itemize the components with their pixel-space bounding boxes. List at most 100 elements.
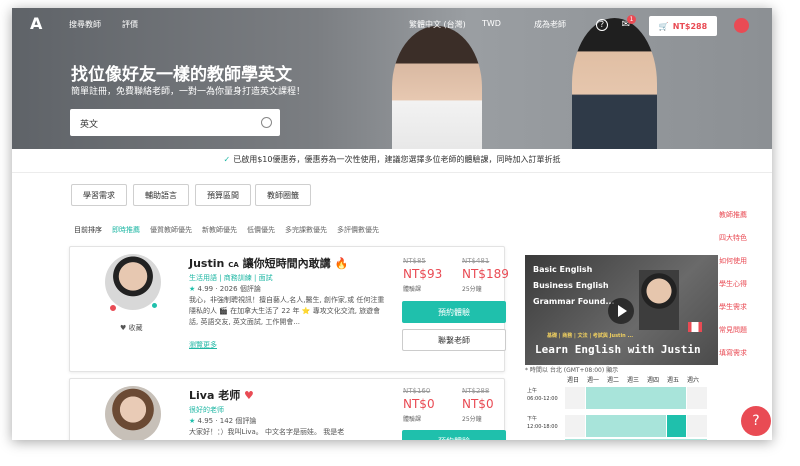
rating-text: 4.99 · 2026 個評論 xyxy=(197,285,261,293)
search-icon[interactable] xyxy=(261,117,272,128)
filter-support-language[interactable]: 輔助語言 xyxy=(133,184,189,206)
teacher-description: 大家好！：）我叫Liva。 中文名字是丽娃。 我是老 xyxy=(189,428,345,436)
teacher-name-text: Liva 老师 xyxy=(189,389,241,402)
play-icon[interactable] xyxy=(608,298,634,324)
cart-button[interactable]: 🛒 NT$288 xyxy=(649,16,717,36)
sort-option-low-price[interactable]: 低價優先 xyxy=(247,225,275,235)
cal-day-mon: 週一 xyxy=(587,377,600,384)
sidebar-link-features[interactable]: 四大特色 xyxy=(719,233,747,243)
fire-icon: 🔥 xyxy=(334,257,349,270)
nav-find-teachers[interactable]: 搜尋教師 xyxy=(69,19,101,30)
cal-row-afternoon-time: 12:00-18:00 xyxy=(527,424,558,430)
filter-teacher-tags[interactable]: 教師圈籤 xyxy=(255,184,311,206)
book-trial-button[interactable]: 預約體驗 xyxy=(402,301,506,323)
teacher-tags: 很好的老师 xyxy=(189,406,224,414)
contact-teacher-button[interactable]: 聯繫老師 xyxy=(402,329,506,351)
video-title: Learn English with Justin xyxy=(535,343,701,356)
sort-option-reviews[interactable]: 多評價數優先 xyxy=(337,225,379,235)
read-more-link[interactable]: 瀏覽更多 xyxy=(189,340,217,350)
canada-flag-icon xyxy=(688,322,702,332)
cal-day-tue: 週二 xyxy=(607,377,620,384)
promo-bar: ✓ 已啟用$10優惠券，優惠券為一次性使用，建議您選擇多位老師的體驗課，同時加入訂… xyxy=(12,149,772,173)
book-trial-button[interactable]: 預約體驗 xyxy=(402,430,506,440)
sidebar-link-recommend[interactable]: 教師推薦 xyxy=(719,210,747,220)
lesson-price: NT$0 xyxy=(462,397,494,411)
teacher-name[interactable]: Justin CA 讓你短時間內敢講 🔥 xyxy=(189,255,348,271)
trial-price: NT$93 xyxy=(403,267,443,281)
video-person xyxy=(639,270,679,330)
sidebar-link-faq[interactable]: 常見問題 xyxy=(719,325,747,335)
cal-cell[interactable] xyxy=(565,439,707,440)
cal-row-morning: 上午 06:00-12:00 xyxy=(527,387,558,403)
teacher-tagline: 讓你短時間內敢講 xyxy=(242,257,331,270)
language-selector[interactable]: 繁體中文 (台灣) xyxy=(409,19,466,30)
video-line-1: Basic English xyxy=(533,265,593,274)
cal-day-sat: 週六 xyxy=(687,377,700,384)
video-note: 基礎 | 商務 | 文法 | 考試與 Justin ... xyxy=(547,333,634,339)
flag-icon xyxy=(109,304,117,312)
trial-label: 體驗課 xyxy=(403,416,422,423)
filter-budget[interactable]: 預算區間 xyxy=(195,184,251,206)
lesson-old-price: NT$481 xyxy=(462,257,490,265)
filter-learning-needs[interactable]: 學習需求 xyxy=(71,184,127,206)
teacher-country: CA xyxy=(228,261,239,269)
trial-old-price: NT$85 xyxy=(403,257,426,265)
hero-person-woman xyxy=(392,26,482,149)
hero-title: 找位像好友一樣的教師學英文 xyxy=(71,65,292,85)
cal-day-sun: 週日 xyxy=(567,377,580,384)
search-input[interactable]: 英文 xyxy=(70,109,280,136)
favorite-button[interactable]: ♥ 收藏 xyxy=(120,323,143,334)
sort-option-lessons[interactable]: 多完課數優先 xyxy=(285,225,327,235)
browser-page: A 搜尋教師 評價 繁體中文 (台灣) TWD 成為老師 ? ✉ 1 🛒 NT$2… xyxy=(12,8,772,440)
lesson-duration: 25分鐘 xyxy=(462,416,482,423)
cal-row-morning-time: 06:00-12:00 xyxy=(527,396,558,402)
nav-reviews[interactable]: 評價 xyxy=(122,19,138,30)
sidebar-link-needs[interactable]: 學生需求 xyxy=(719,302,747,312)
favorite-label: 收藏 xyxy=(128,324,143,332)
sidebar-link-fill-needs[interactable]: 填寫需求 xyxy=(719,348,747,358)
sidebar-link-testimonials[interactable]: 學生心得 xyxy=(719,279,747,289)
sort-option-new[interactable]: 新教師優先 xyxy=(202,225,237,235)
currency-selector[interactable]: TWD xyxy=(482,19,501,28)
teacher-rating: ★ 4.95 · 142 個評論 xyxy=(189,416,256,427)
cal-cell[interactable] xyxy=(687,415,707,437)
help-icon[interactable]: ? xyxy=(596,19,608,31)
cal-cell[interactable] xyxy=(586,387,686,409)
cal-cell[interactable] xyxy=(667,415,686,437)
cal-cell[interactable] xyxy=(565,387,585,409)
sidebar-link-howto[interactable]: 如何使用 xyxy=(719,256,747,266)
teacher-rating: ★ 4.99 · 2026 個評論 xyxy=(189,284,261,295)
sort-label: 目前排序 xyxy=(74,226,102,234)
availability-calendar: 週日 週一 週二 週三 週四 週五 週六 上午 06:00-12:00 下午 12:… xyxy=(525,375,718,440)
star-icon: ★ xyxy=(189,285,198,293)
teacher-avatar[interactable] xyxy=(105,386,161,440)
heart-icon: ♥ xyxy=(244,389,254,402)
teacher-name-text: Justin xyxy=(189,257,225,270)
trial-old-price: NT$160 xyxy=(403,387,431,395)
site-logo[interactable]: A xyxy=(30,14,42,33)
rating-text: 4.95 · 142 個評論 xyxy=(197,417,257,425)
teacher-name[interactable]: Liva 老师 ♥ xyxy=(189,387,254,403)
trial-price: NT$0 xyxy=(403,397,435,411)
lesson-price: NT$189 xyxy=(462,267,509,281)
teacher-description: 我心，非強制聘視訊！擅自藝人,名人,醫生, 創作家,或 任何注重隱私的人 🎬 在… xyxy=(189,296,385,326)
video-line-3: Grammar Found... xyxy=(533,297,615,306)
timezone-note: * 時間以 台北 (GMT+08:00) 顯示 xyxy=(525,367,619,374)
cart-icon: 🛒 xyxy=(658,21,669,31)
sort-option-recommended[interactable]: 即時推薦 xyxy=(112,225,140,235)
cart-price: NT$288 xyxy=(672,21,708,31)
cal-day-wed: 週三 xyxy=(627,377,640,384)
heart-icon: ♥ xyxy=(120,324,129,332)
cal-cell[interactable] xyxy=(586,415,666,437)
hero-subtitle: 簡單註冊，免費聯絡老師，一對一為你量身打造英文課程！ xyxy=(71,87,306,97)
cal-row-afternoon: 下午 12:00-18:00 xyxy=(527,415,558,431)
nav-become-teacher[interactable]: 成為老師 xyxy=(534,19,566,30)
online-status-icon xyxy=(151,302,158,309)
help-chat-button[interactable]: ? xyxy=(741,406,771,436)
cal-cell[interactable] xyxy=(687,387,707,409)
user-avatar-icon[interactable] xyxy=(734,18,749,33)
top-nav: A 搜尋教師 評價 繁體中文 (台灣) TWD 成為老師 ? ✉ 1 🛒 NT$2… xyxy=(12,8,772,38)
cal-cell[interactable] xyxy=(565,415,585,437)
sort-option-quality[interactable]: 優質教師優先 xyxy=(150,225,192,235)
mail-badge: 1 xyxy=(627,15,636,24)
